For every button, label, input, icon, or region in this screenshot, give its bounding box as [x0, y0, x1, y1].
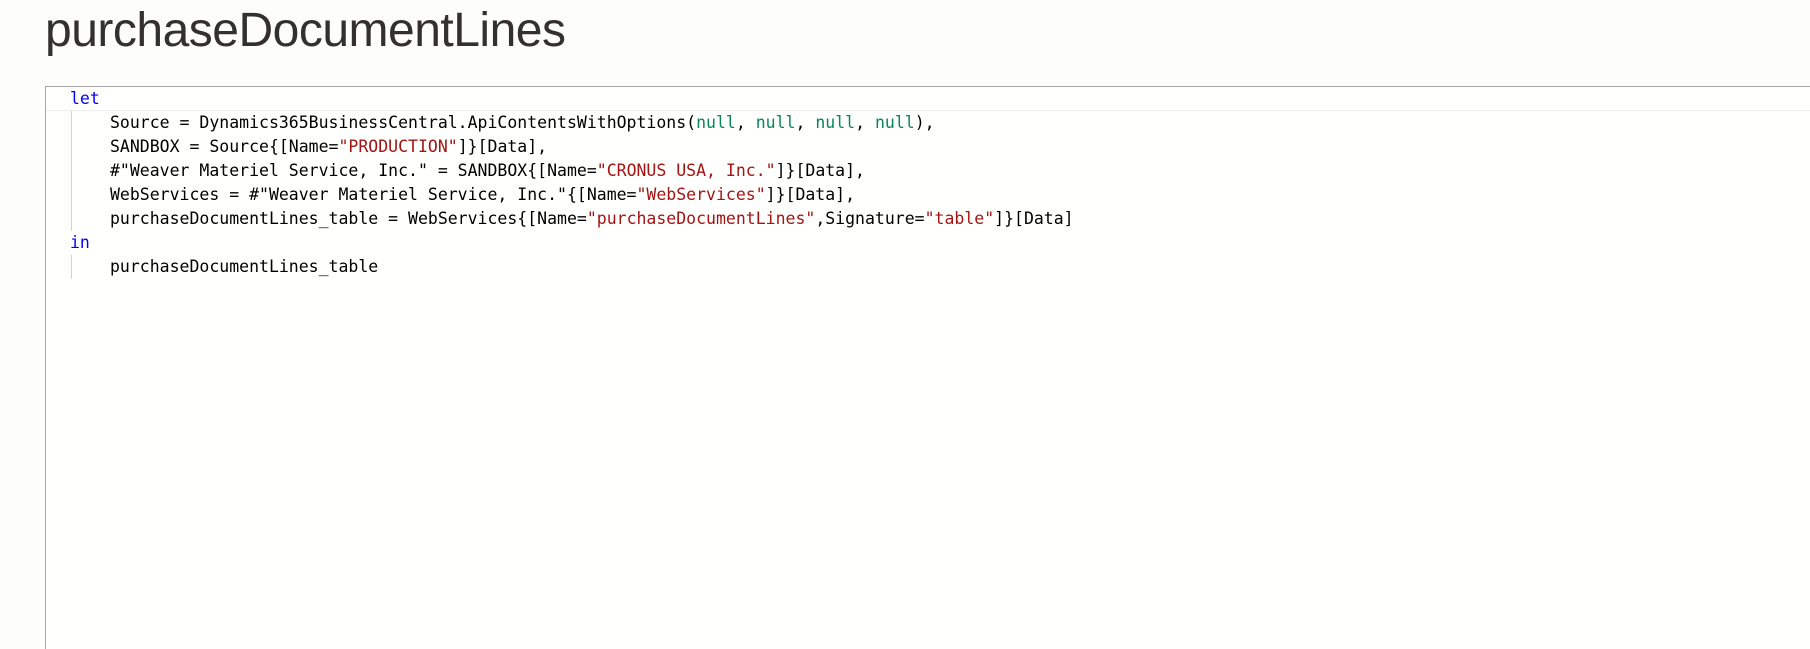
null-literal: null: [696, 113, 736, 132]
indent-guide: [71, 135, 72, 159]
code-token: ,: [795, 113, 816, 132]
code-line-8-text: purchaseDocumentLines_table: [110, 257, 379, 276]
null-literal: null: [874, 113, 915, 132]
string-literal: "table": [924, 209, 995, 228]
code-line-8[interactable]: purchaseDocumentLines_table: [46, 255, 378, 279]
indent-guide: [71, 111, 72, 135]
code-token: ),: [914, 113, 935, 132]
code-token: ]}[Data]: [994, 209, 1074, 228]
code-line-1[interactable]: let: [46, 87, 106, 111]
code-token: ,: [735, 113, 756, 132]
advanced-editor[interactable]: let Source = Dynamics365BusinessCentral.…: [45, 86, 1810, 649]
indent-guide: [71, 255, 72, 279]
code-token: purchaseDocumentLines_table = WebService…: [110, 209, 587, 228]
code-line-2-text: Source = Dynamics365BusinessCentral.ApiC…: [110, 111, 935, 135]
null-literal: null: [755, 113, 796, 132]
code-token: #"Weaver Materiel Service, Inc." = SANDB…: [110, 161, 597, 180]
keyword-in: in: [70, 233, 90, 252]
indent-guide: [71, 207, 72, 231]
query-title: purchaseDocumentLines: [45, 4, 566, 57]
code-token: ,: [855, 113, 875, 132]
code-token: WebServices = #"Weaver Materiel Service,…: [110, 185, 637, 204]
code-line-4-text: #"Weaver Materiel Service, Inc." = SANDB…: [110, 159, 865, 183]
indent-guide: [71, 159, 72, 183]
code-token: ]}[Data],: [775, 161, 865, 180]
code-line-3-text: SANDBOX = Source{[Name="PRODUCTION"]}[Da…: [110, 135, 547, 159]
code-line-6-text: purchaseDocumentLines_table = WebService…: [110, 207, 1074, 231]
string-literal: "WebServices": [636, 185, 766, 204]
code-token: ,Signature=: [815, 209, 925, 228]
code-token: Source = Dynamics365BusinessCentral.ApiC…: [110, 113, 697, 132]
code-token: SANDBOX = Source{[Name=: [110, 137, 339, 156]
code-line-7[interactable]: in: [46, 231, 106, 255]
keyword-let: let: [70, 89, 100, 108]
code-token: ]}[Data],: [765, 185, 856, 204]
code-token: ]}[Data],: [457, 137, 548, 156]
code-line-4[interactable]: #"Weaver Materiel Service, Inc." = SANDB…: [46, 159, 865, 183]
code-line-5[interactable]: WebServices = #"Weaver Materiel Service,…: [46, 183, 855, 207]
code-line-5-text: WebServices = #"Weaver Materiel Service,…: [110, 183, 855, 207]
string-literal: "CRONUS USA, Inc.": [596, 161, 776, 180]
code-line-3[interactable]: SANDBOX = Source{[Name="PRODUCTION"]}[Da…: [46, 135, 547, 159]
code-line-6[interactable]: purchaseDocumentLines_table = WebService…: [46, 207, 1074, 231]
string-literal: "purchaseDocumentLines": [586, 209, 816, 228]
null-literal: null: [815, 113, 856, 132]
query-page: purchaseDocumentLines let Source = Dynam…: [0, 0, 1810, 649]
indent-guide: [71, 183, 72, 207]
string-literal: "PRODUCTION": [338, 137, 458, 156]
code-line-2[interactable]: Source = Dynamics365BusinessCentral.ApiC…: [46, 111, 935, 135]
current-line-highlight: [46, 87, 1810, 111]
